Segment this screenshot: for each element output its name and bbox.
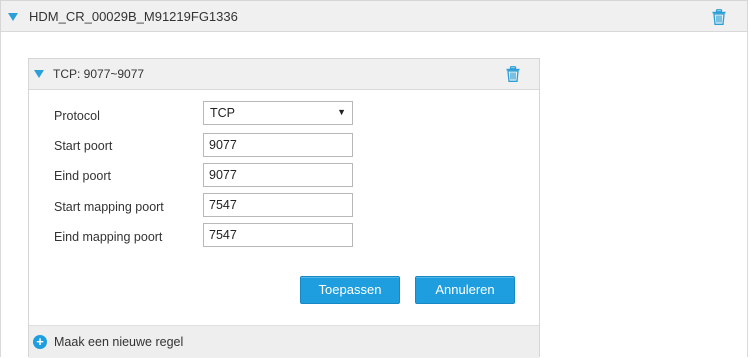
rule-title: HDM_CR_00029B_M91219FG1336: [29, 9, 238, 24]
dropdown-arrow-icon: ▼: [337, 107, 346, 117]
start-port-label: Start poort: [54, 139, 113, 153]
start-mapping-port-input[interactable]: [203, 193, 353, 217]
end-mapping-port-input[interactable]: [203, 223, 353, 247]
end-port-input[interactable]: [203, 163, 353, 187]
add-rule-label[interactable]: Maak een nieuwe regel: [54, 335, 183, 349]
start-port-input[interactable]: [203, 133, 353, 157]
plus-circle-icon[interactable]: +: [33, 335, 47, 349]
trash-icon[interactable]: [505, 66, 521, 82]
protocol-label: Protocol: [54, 109, 100, 123]
expand-triangle-icon[interactable]: [34, 70, 44, 78]
start-mapping-port-label: Start mapping poort: [54, 200, 164, 214]
add-rule-row[interactable]: + Maak een nieuwe regel: [29, 325, 539, 358]
rule-header[interactable]: HDM_CR_00029B_M91219FG1336: [0, 0, 748, 32]
trash-icon[interactable]: [711, 9, 727, 25]
protocol-value: TCP: [210, 106, 235, 120]
expand-triangle-icon[interactable]: [8, 13, 18, 21]
mapping-header[interactable]: TCP: 9077~9077: [29, 59, 539, 90]
end-mapping-port-label: Eind mapping poort: [54, 230, 163, 244]
end-port-label: Eind poort: [54, 169, 111, 183]
mapping-title: TCP: 9077~9077: [53, 67, 145, 81]
apply-button[interactable]: Toepassen: [300, 276, 400, 304]
cancel-button[interactable]: Annuleren: [415, 276, 515, 304]
protocol-select[interactable]: TCP ▼: [203, 101, 353, 125]
mapping-panel: TCP: 9077~9077 Protocol TCP ▼ Start poor…: [28, 58, 540, 358]
